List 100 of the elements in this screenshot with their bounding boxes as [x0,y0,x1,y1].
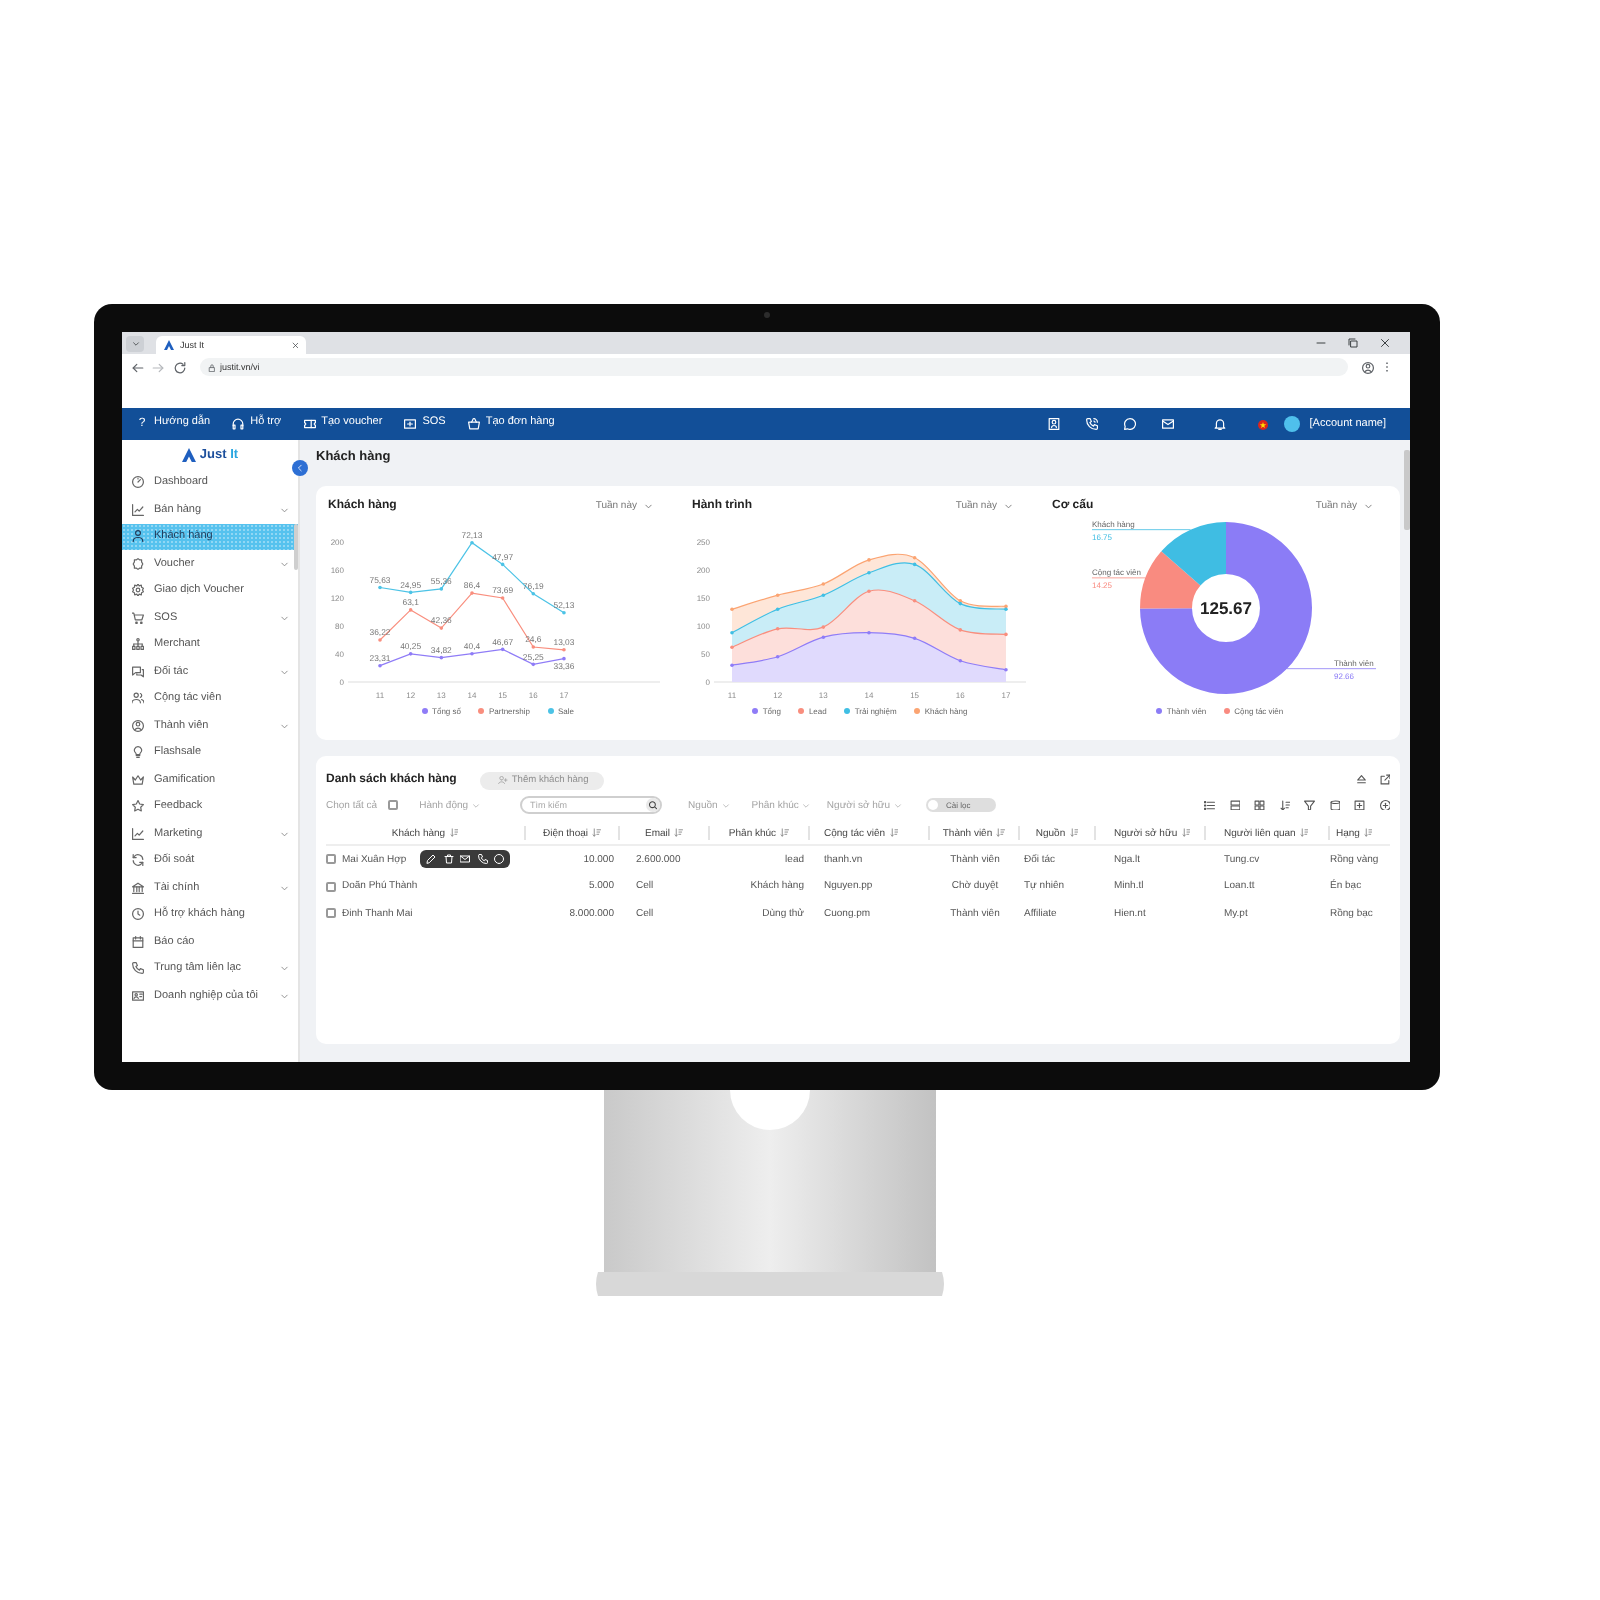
sync-icon [132,854,144,867]
chevron-down-icon [280,883,289,892]
camera-lens-icon [763,312,769,318]
clock-icon [132,908,144,921]
hierarchy-icon [132,638,144,651]
data-point [500,562,505,567]
data-point [439,655,444,660]
leader-line [1091,529,1191,531]
bell-icon[interactable] [1213,418,1226,430]
line-chart-icon [132,503,144,516]
ticket-icon [303,418,316,430]
contact-card-icon[interactable] [1047,418,1060,430]
sort-icon [674,828,683,838]
chat-bubbles-icon [132,665,144,678]
database-icon[interactable] [1329,799,1340,811]
pencil-icon[interactable] [426,854,436,864]
sort-icon [1069,828,1079,838]
back-arrow-icon[interactable] [132,361,144,373]
crown-icon [132,773,144,786]
gear-icon [132,584,144,597]
bank-icon [132,881,144,894]
chevron-down-icon [280,991,289,1000]
logo-icon [164,340,174,350]
chevron-down-icon [1003,501,1012,511]
plus-box-icon [404,418,417,430]
logo-icon [181,447,196,462]
headset-icon [232,418,245,430]
leader-line [1091,577,1146,579]
chevron-down-icon [280,559,289,568]
sort-icon [1363,828,1373,838]
sort-icon [1299,828,1309,838]
chevron-down-icon [472,801,481,809]
select-all-checkbox[interactable] [387,800,398,810]
basket-icon [467,418,480,430]
chat-icon[interactable] [1123,418,1136,430]
profile-icon[interactable] [1362,361,1374,373]
person-add-icon [498,775,508,785]
close-icon[interactable] [1379,338,1389,348]
chevron-left-icon [296,464,304,472]
donut-center-value: 125.67 [1200,598,1252,618]
leader-line [1286,668,1377,670]
chevron-down-icon [280,721,289,730]
people-icon [132,692,144,705]
sort-icon [592,828,601,838]
sort-icon [889,828,899,838]
sort-icon [1181,828,1191,838]
envelope-icon[interactable] [460,854,470,864]
cart-icon [132,611,144,624]
chevron-down-icon [280,667,289,676]
search-icon[interactable] [646,798,661,812]
phone-icon [132,962,144,975]
data-point [408,590,413,595]
chevron-down-icon [643,501,652,511]
chevron-down-icon [1363,501,1372,511]
chevron-down-icon [280,505,289,514]
chevron-down-icon [280,613,289,622]
rows-icon[interactable] [1229,799,1240,811]
scrollbar-thumb[interactable] [1404,450,1409,530]
badge-icon [132,557,144,570]
data-point [500,647,505,652]
row-checkbox[interactable] [326,854,336,865]
lock-icon [208,363,216,371]
chevron-down-icon [802,801,811,809]
scrollbar-thumb[interactable] [293,524,297,570]
restore-icon[interactable] [1347,338,1357,348]
gauge-icon [132,476,144,489]
sort-icon[interactable] [1279,799,1290,811]
phone-call-icon[interactable] [1085,418,1098,430]
plus-square-icon[interactable] [1354,799,1365,811]
eject-icon[interactable] [1355,774,1366,786]
chevron-down-icon [280,964,289,973]
mail-icon[interactable] [1161,418,1174,430]
data-point [531,662,536,667]
external-link-icon[interactable] [1379,774,1390,786]
row-checkbox[interactable] [326,908,336,919]
person-icon [132,530,144,543]
reload-icon[interactable] [174,361,186,373]
sort-icon [780,828,790,838]
user-circle-icon [132,719,144,732]
data-point [958,658,963,663]
avatar-icon[interactable] [1283,416,1300,432]
data-point [912,636,917,641]
sort-icon [449,828,459,838]
phone-icon[interactable] [477,854,487,864]
id-card-icon [132,989,144,1002]
grid-icon[interactable] [1254,799,1265,811]
flag-icon[interactable] [1258,419,1269,429]
list-icon[interactable] [1204,799,1215,811]
lightbulb-icon [132,746,144,759]
filter-icon[interactable] [1304,799,1315,811]
chevron-down-icon [894,801,903,809]
calendar-icon [132,935,144,948]
plus-circle-icon[interactable] [1379,799,1390,811]
chevron-down-icon [721,801,730,809]
sort-icon [996,828,1006,838]
chevron-down-icon [280,829,289,838]
star-icon [132,800,144,813]
line-chart-icon [132,827,144,840]
trash-icon[interactable] [443,854,453,864]
row-checkbox[interactable] [326,881,336,892]
